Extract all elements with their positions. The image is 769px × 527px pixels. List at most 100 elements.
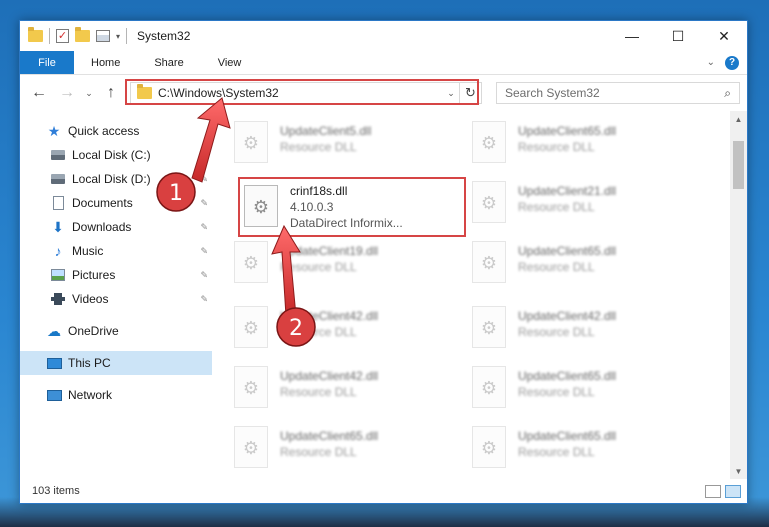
sidebar-item-label: Local Disk (C:) (72, 148, 151, 162)
scroll-down-icon[interactable]: ▼ (730, 463, 747, 479)
close-button[interactable]: ✕ (701, 21, 747, 51)
file-name: UpdateClient65.dll (518, 244, 617, 258)
sidebar-item-local-disk-d[interactable]: Local Disk (D:) ✎ (20, 167, 212, 191)
maximize-button[interactable]: ☐ (655, 21, 701, 51)
file-tile[interactable]: ⚙ UpdateClient19.dll Resource DLL (234, 237, 454, 299)
file-tile[interactable]: ⚙ UpdateClient42.dll Resource DLL (234, 362, 454, 424)
downloads-icon: ⬇ (52, 218, 64, 235)
window-title: System32 (137, 29, 191, 43)
sidebar-item-videos[interactable]: Videos ✎ (20, 287, 212, 311)
properties-icon[interactable] (96, 30, 110, 42)
network-icon (46, 387, 62, 403)
tab-share[interactable]: Share (137, 51, 200, 74)
dll-file-icon: ⚙ (234, 306, 268, 348)
properties-check-icon[interactable]: ✓ (56, 29, 69, 43)
expand-ribbon-chevron-icon[interactable]: ⌄ (707, 57, 715, 68)
forward-button[interactable]: → (54, 80, 80, 106)
file-description: Resource DLL (518, 200, 595, 214)
details-view-icon[interactable] (705, 484, 721, 498)
dll-file-icon: ⚙ (234, 366, 268, 408)
file-name: UpdateClient42.dll (280, 369, 379, 383)
new-folder-icon[interactable] (75, 27, 90, 42)
drive-icon (50, 171, 66, 187)
pin-icon: ✎ (200, 173, 208, 184)
pictures-icon (50, 267, 66, 283)
file-tile-crinf18s[interactable]: ⚙ crinf18s.dll 4.10.0.3 DataDirect Infor… (244, 181, 464, 243)
address-path[interactable]: C:\Windows\System32 (158, 86, 279, 100)
back-button[interactable]: ← (26, 80, 52, 106)
sidebar-item-onedrive[interactable]: ☁ OneDrive (20, 319, 212, 343)
view-switcher (705, 484, 747, 498)
sidebar-item-label: Pictures (72, 268, 116, 282)
toolbar-divider (49, 28, 50, 44)
sidebar-item-quick-access[interactable]: ★ Quick access (20, 119, 212, 143)
sidebar-item-local-disk-c[interactable]: Local Disk (C:) ✎ (20, 143, 212, 167)
file-tile[interactable]: ⚙ UpdateClient42.dll Resource DLL (472, 302, 692, 364)
file-tile[interactable]: ⚙ UpdateClient65.dll Resource DLL (472, 422, 692, 479)
computer-icon (46, 355, 62, 371)
sidebar-item-label: Local Disk (D:) (72, 172, 151, 186)
file-tile[interactable]: ⚙ UpdateClient65.dll Resource DLL (234, 422, 454, 479)
tab-view[interactable]: View (201, 51, 259, 74)
sidebar-item-label: Documents (72, 196, 133, 210)
sidebar-item-label: Downloads (72, 220, 132, 234)
minimize-button[interactable]: — (609, 21, 655, 51)
address-bar[interactable]: C:\Windows\System32 ⌄ ↻ (130, 82, 482, 104)
tiles-view-icon[interactable] (725, 484, 741, 498)
up-button[interactable]: ↑ (98, 80, 124, 106)
explorer-window: ✓ ▾ System32 — ☐ ✕ File Home Share View … (19, 20, 748, 504)
recent-locations-chevron-icon[interactable]: ⌄ (82, 80, 96, 106)
sidebar-item-documents[interactable]: Documents ✎ (20, 191, 212, 215)
sidebar-item-pictures[interactable]: Pictures ✎ (20, 263, 212, 287)
dll-file-icon: ⚙ (234, 121, 268, 163)
pin-icon: ✎ (200, 293, 208, 304)
file-description: Resource DLL (518, 385, 595, 399)
pin-icon: ✎ (200, 149, 208, 160)
folder-icon (137, 84, 152, 99)
explorer-body: ★ Quick access Local Disk (C:) ✎ Local D… (20, 111, 747, 479)
address-dropdown-chevron-icon[interactable]: ⌄ (443, 88, 459, 99)
file-tile[interactable]: ⚙ UpdateClient5.dll Resource DLL (234, 117, 454, 179)
window-controls: — ☐ ✕ (609, 21, 747, 51)
file-tile[interactable]: ⚙ UpdateClient65.dll Resource DLL (472, 362, 692, 424)
star-icon: ★ (47, 122, 61, 139)
refresh-button[interactable]: ↻ (459, 82, 481, 104)
file-name: UpdateClient19.dll (280, 244, 379, 258)
tab-file[interactable]: File (20, 51, 74, 74)
search-icon[interactable]: ⌕ (724, 86, 731, 101)
file-description: Resource DLL (518, 260, 595, 274)
file-name: crinf18s.dll (290, 184, 348, 198)
title-bar: ✓ ▾ System32 — ☐ ✕ (20, 21, 747, 51)
file-name: UpdateClient65.dll (518, 369, 617, 383)
file-description: Resource DLL (280, 445, 357, 459)
highlighted-file-tile[interactable]: ⚙ crinf18s.dll 4.10.0.3 DataDirect Infor… (238, 177, 466, 237)
file-tile[interactable]: ⚙ UpdateClient21.dll Resource DLL (472, 177, 692, 239)
tab-home[interactable]: Home (74, 51, 137, 74)
sidebar-item-this-pc[interactable]: This PC (20, 351, 212, 375)
file-description: Resource DLL (518, 140, 595, 154)
help-icon[interactable]: ? (725, 55, 739, 70)
sidebar-item-network[interactable]: Network (20, 383, 212, 407)
scrollbar-thumb[interactable] (733, 141, 744, 189)
vertical-scrollbar[interactable]: ▲ ▼ (730, 111, 747, 479)
sidebar-item-label: This PC (68, 356, 111, 370)
navigation-bar: ← → ⌄ ↑ C:\Windows\System32 ⌄ ↻ Search S… (20, 75, 747, 111)
search-box[interactable]: Search System32 ⌕ (496, 82, 740, 104)
file-tile[interactable]: ⚙ UpdateClient65.dll Resource DLL (472, 237, 692, 299)
file-tile[interactable]: ⚙ UpdateClient65.dll Resource DLL (472, 117, 692, 179)
customize-toolbar-chevron-icon[interactable]: ▾ (116, 32, 120, 41)
file-description: Resource DLL (518, 325, 595, 339)
folder-icon (28, 27, 43, 42)
sidebar-item-label: Videos (72, 292, 109, 306)
dll-file-icon: ⚙ (234, 241, 268, 283)
quick-access-toolbar: ✓ ▾ (20, 27, 128, 44)
file-tile[interactable]: ⚙ UpdateClient42.dll Resource DLL (234, 302, 454, 364)
ribbon-right: ⌄ ? (707, 51, 747, 74)
sidebar-item-downloads[interactable]: ⬇ Downloads ✎ (20, 215, 212, 239)
pin-icon: ✎ (200, 245, 208, 256)
scroll-up-icon[interactable]: ▲ (730, 111, 747, 127)
search-placeholder[interactable]: Search System32 (505, 86, 600, 100)
file-description: Resource DLL (280, 260, 357, 274)
dll-file-icon: ⚙ (472, 121, 506, 163)
sidebar-item-music[interactable]: ♪ Music ✎ (20, 239, 212, 263)
